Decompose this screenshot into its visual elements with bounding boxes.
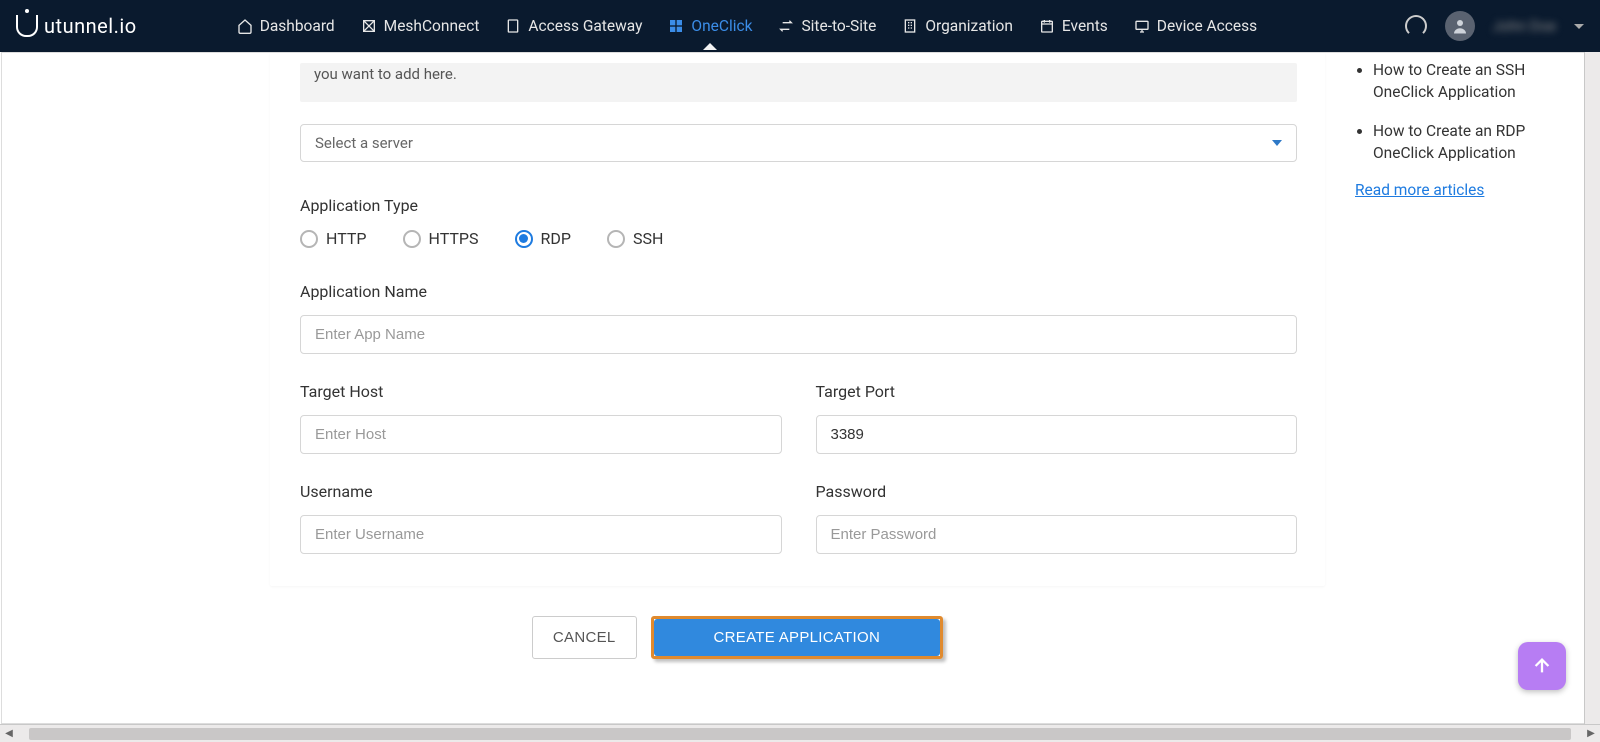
radio-label: HTTPS [429,229,479,248]
target-port-label: Target Port [816,382,1298,401]
server-select[interactable]: Select a server [300,124,1297,162]
gateway-icon [505,18,521,34]
scroll-right-arrow[interactable]: ▶ [1582,728,1600,739]
radio-dot [515,230,533,248]
nav-items: Dashboard MeshConnect Access Gateway One… [237,3,1405,49]
radio-ssh[interactable]: SSH [607,229,663,248]
application-type-label: Application Type [300,196,1297,215]
password-label: Password [816,482,1298,501]
create-application-button[interactable]: CREATE APPLICATION [654,619,941,656]
scroll-track[interactable] [19,727,1581,741]
nav-label: Dashboard [260,17,335,35]
radio-label: HTTP [326,229,367,248]
help-article-item[interactable]: How to Create an RDP OneClick Applicatio… [1373,120,1558,165]
nav-device-access[interactable]: Device Access [1134,3,1257,49]
cancel-button[interactable]: CANCEL [532,616,637,659]
info-box: you want to add here. [300,63,1297,102]
scroll-top-fab[interactable] [1518,642,1566,690]
nav-organization[interactable]: Organization [902,3,1013,49]
info-text: you want to add here. [314,65,457,83]
server-select-placeholder: Select a server [315,134,413,152]
form-card: you want to add here. Select a server Ap… [270,53,1325,586]
transfer-icon [778,18,794,34]
vertical-scrollbar[interactable] [1584,52,1600,724]
nav-meshconnect[interactable]: MeshConnect [361,3,480,49]
avatar[interactable] [1445,11,1475,41]
radio-dot [300,230,318,248]
support-icon[interactable] [1405,15,1427,37]
radio-rdp[interactable]: RDP [515,229,571,248]
nav-label: Organization [925,17,1013,35]
radio-https[interactable]: HTTPS [403,229,479,248]
logo-icon [16,15,38,37]
nav-label: Events [1062,17,1108,35]
home-icon [237,18,253,34]
brand-text: utunnel.io [44,14,137,38]
nav-label: Access Gateway [528,17,642,35]
scroll-thumb[interactable] [29,728,1571,740]
calendar-icon [1039,18,1055,34]
application-type-radios: HTTP HTTPS RDP SSH [300,229,1297,248]
target-port-input[interactable] [816,415,1298,454]
password-input[interactable] [816,515,1298,554]
help-sidebar: How to Create an SSH OneClick Applicatio… [1325,53,1598,723]
radio-dot [403,230,421,248]
grid-icon [668,18,684,34]
building-icon [902,18,918,34]
nav-label: OneClick [691,17,752,35]
user-menu-caret[interactable] [1574,24,1584,29]
radio-http[interactable]: HTTP [300,229,367,248]
form-actions: CANCEL CREATE APPLICATION [150,586,1325,679]
main-column: you want to add here. Select a server Ap… [2,53,1325,723]
username-label: Username [300,482,782,501]
brand-logo[interactable]: utunnel.io [16,14,137,38]
nav-access-gateway[interactable]: Access Gateway [505,3,642,49]
nav-dashboard[interactable]: Dashboard [237,3,335,49]
submit-highlight: CREATE APPLICATION [651,616,944,659]
page-body: you want to add here. Select a server Ap… [1,52,1599,724]
read-more-link[interactable]: Read more articles [1355,181,1484,199]
nav-label: MeshConnect [384,17,480,35]
arrow-up-icon [1531,655,1553,677]
scroll-left-arrow[interactable]: ◀ [0,728,18,739]
nav-oneclick[interactable]: OneClick [668,3,752,49]
horizontal-scrollbar[interactable]: ◀ ▶ [0,724,1600,742]
username-input[interactable] [300,515,782,554]
help-article-item[interactable]: How to Create an SSH OneClick Applicatio… [1373,59,1558,104]
nav-right: John Doe [1405,11,1584,41]
radio-label: SSH [633,229,663,248]
top-nav: utunnel.io Dashboard MeshConnect Access … [0,0,1600,52]
monitor-icon [1134,18,1150,34]
user-name: John Doe [1493,17,1556,35]
radio-dot [607,230,625,248]
nav-site-to-site[interactable]: Site-to-Site [778,3,876,49]
radio-label: RDP [541,229,571,248]
help-articles-list: How to Create an SSH OneClick Applicatio… [1355,59,1558,165]
mesh-icon [361,18,377,34]
application-name-label: Application Name [300,282,1297,301]
application-name-input[interactable] [300,315,1297,354]
target-host-label: Target Host [300,382,782,401]
nav-events[interactable]: Events [1039,3,1108,49]
nav-label: Device Access [1157,17,1257,35]
chevron-down-icon [1272,140,1282,146]
target-host-input[interactable] [300,415,782,454]
nav-label: Site-to-Site [801,17,876,35]
